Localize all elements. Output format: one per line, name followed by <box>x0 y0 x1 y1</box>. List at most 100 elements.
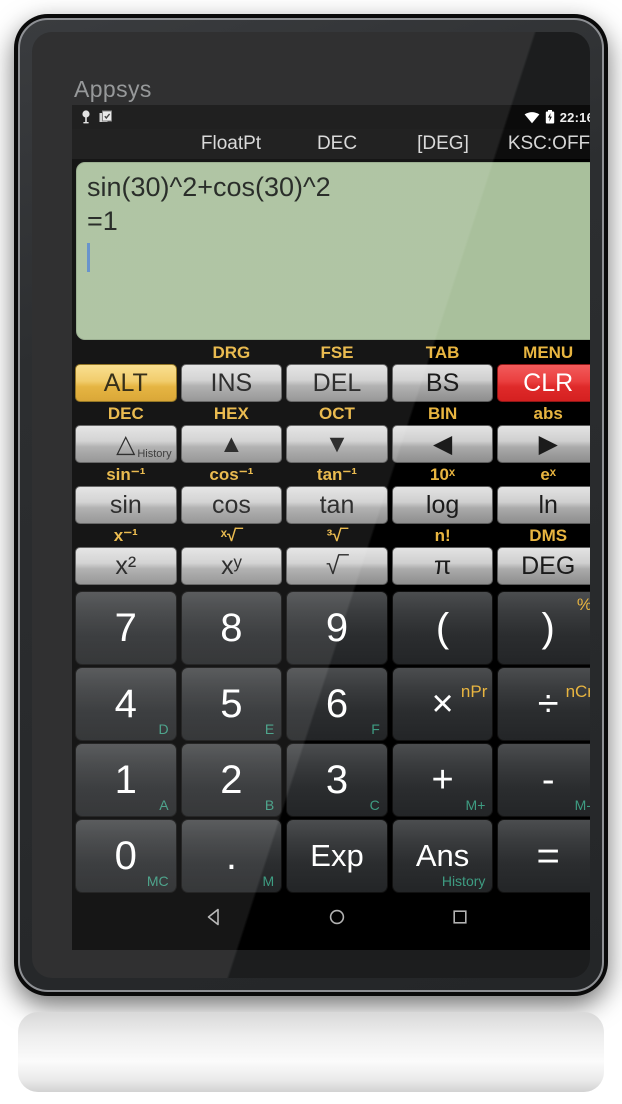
shift-label-e-pow-x: eˣ <box>540 465 557 484</box>
percent-shift-label: % <box>577 595 590 615</box>
history-triangle-key[interactable]: △ History <box>75 425 177 463</box>
key-7[interactable]: 7 <box>75 591 177 665</box>
shift-label-row-2: DEC HEX OCT BIN abs <box>75 403 590 425</box>
del-key[interactable]: DEL <box>286 364 388 402</box>
memory-store-label: M <box>262 873 275 889</box>
key-4[interactable]: 4 D <box>75 667 177 741</box>
navigation-row: △ History ▲ ▼ ◀ ▶ <box>75 425 590 463</box>
calculator-display[interactable]: sin(30)^2+cos(30)^2 =1 <box>76 162 590 340</box>
keypad: DRG FSE TAB MENU ALT INS DEL BS CLR DEC … <box>72 342 590 893</box>
phone-app-screen: 22:16 FloatPt DEC [DEG] KSC:OFF <box>72 105 590 950</box>
key-3-label: 3 <box>325 757 349 802</box>
mode-float-point[interactable]: FloatPt <box>178 133 284 155</box>
key-exp[interactable]: Exp <box>286 819 388 893</box>
tan-key[interactable]: tan <box>286 486 388 524</box>
shift-label-factorial: n! <box>434 526 451 545</box>
key-0[interactable]: 0 MC <box>75 819 177 893</box>
history-sublabel: History <box>137 448 172 460</box>
key-8[interactable]: 8 <box>180 591 283 665</box>
shift-label-atan: tan⁻¹ <box>316 465 358 484</box>
arrow-down-key[interactable]: ▼ <box>286 425 388 463</box>
cos-key[interactable]: cos <box>180 486 283 524</box>
square-root-key[interactable]: √‾ <box>286 547 388 585</box>
clr-key[interactable]: CLR <box>497 364 590 402</box>
key-8-label: 8 <box>220 605 243 650</box>
triangle-icon: △ <box>116 430 136 458</box>
back-triangle-icon[interactable] <box>205 908 223 926</box>
key-open-paren[interactable]: ( <box>391 591 494 665</box>
x-power-y-key[interactable]: xʸ <box>180 547 283 585</box>
hex-d-label: D <box>158 721 169 737</box>
battery-charging-icon <box>545 110 554 124</box>
sin-key[interactable]: sin <box>75 486 177 524</box>
mode-number-base[interactable]: DEC <box>284 133 390 155</box>
deg-key[interactable]: DEG <box>497 547 590 585</box>
home-circle-icon[interactable] <box>328 908 346 926</box>
shift-label-blank <box>75 342 177 364</box>
x-squared-key[interactable]: x² <box>75 547 177 585</box>
key-1-label: 1 <box>114 757 137 802</box>
arrow-left-key[interactable]: ◀ <box>391 425 494 463</box>
device-bezel: Appsys 22:1 FloatPt DEC [DEG] KSC:OFF si… <box>18 18 604 992</box>
recents-square-icon[interactable] <box>451 908 469 926</box>
shift-label-drg: DRG <box>212 343 251 362</box>
key-plus[interactable]: + M+ <box>391 743 494 817</box>
screenshot-root: Appsys 22:1 FloatPt DEC [DEG] KSC:OFF si… <box>0 0 622 1104</box>
shift-label-fse: FSE <box>320 343 354 362</box>
key-7-label: 7 <box>114 605 137 650</box>
hex-e-label: E <box>264 721 275 737</box>
number-row-789: 7 8 9 ( ) % <box>75 591 590 665</box>
shift-label-row-4: x⁻¹ ˣ√‾ ³√‾ n! DMS <box>75 525 590 547</box>
key-close-paren[interactable]: ) % <box>497 591 590 665</box>
key-9[interactable]: 9 <box>286 591 388 665</box>
shift-label-bin: BIN <box>427 404 458 423</box>
memory-clear-label: MC <box>146 873 169 889</box>
key-1[interactable]: 1 A <box>75 743 177 817</box>
key-equals[interactable]: = <box>497 819 590 893</box>
shift-label-abs: abs <box>533 404 563 423</box>
key-divide-label: ÷ <box>537 682 559 725</box>
key-multiply-label: × <box>431 682 454 725</box>
key-5[interactable]: 5 E <box>180 667 283 741</box>
key-2[interactable]: 2 B <box>180 743 283 817</box>
key-minus-label: - <box>541 758 555 801</box>
arrow-up-key[interactable]: ▲ <box>180 425 283 463</box>
status-bar-right-icons: 22:16 <box>524 110 590 125</box>
alt-key[interactable]: ALT <box>75 364 177 402</box>
key-multiply[interactable]: × nPr <box>391 667 494 741</box>
key-3[interactable]: 3 C <box>286 743 388 817</box>
shift-label-hex: HEX <box>213 404 249 423</box>
log-key[interactable]: log <box>391 486 494 524</box>
ans-history-label: History <box>441 873 486 889</box>
key-minus[interactable]: - M- <box>497 743 590 817</box>
key-decimal-point[interactable]: . M <box>180 819 283 893</box>
key-ans-label: Ans <box>415 838 470 873</box>
mode-keyboard-shortcut[interactable]: KSC:OFF <box>496 133 590 155</box>
power-row: x² xʸ √‾ π DEG <box>75 547 590 585</box>
shift-label-dec: DEC <box>107 404 144 423</box>
key-ans[interactable]: Ans History <box>391 819 494 893</box>
shift-label-row-3: sin⁻¹ cos⁻¹ tan⁻¹ 10ˣ eˣ <box>75 464 590 486</box>
ln-key[interactable]: ln <box>497 486 590 524</box>
key-0-label: 0 <box>114 833 137 878</box>
key-2-label: 2 <box>220 757 243 802</box>
key-divide[interactable]: ÷ nCr <box>497 667 590 741</box>
key-6[interactable]: 6 F <box>286 667 388 741</box>
bs-key[interactable]: BS <box>391 364 494 402</box>
pi-key[interactable]: π <box>391 547 494 585</box>
hex-f-label: F <box>371 721 380 737</box>
shift-label-cube-root: ³√‾ <box>326 526 348 545</box>
shift-label-dms: DMS <box>529 526 568 545</box>
trig-row: sin cos tan log ln <box>75 486 590 524</box>
display-result: =1 <box>87 205 118 236</box>
mode-angle-unit[interactable]: [DEG] <box>390 133 496 155</box>
number-row-bottom: 0 MC . M Exp Ans History = <box>75 819 590 893</box>
ins-key[interactable]: INS <box>180 364 283 402</box>
android-navigation-bar <box>72 895 590 939</box>
shift-label-acos: cos⁻¹ <box>209 465 254 484</box>
arrow-right-key[interactable]: ▶ <box>497 425 590 463</box>
npr-shift-label: nPr <box>460 682 488 701</box>
shift-label-row-1: DRG FSE TAB MENU <box>75 342 590 364</box>
top-notch-strip <box>210 0 410 6</box>
mode-status-row: FloatPt DEC [DEG] KSC:OFF <box>72 129 590 159</box>
